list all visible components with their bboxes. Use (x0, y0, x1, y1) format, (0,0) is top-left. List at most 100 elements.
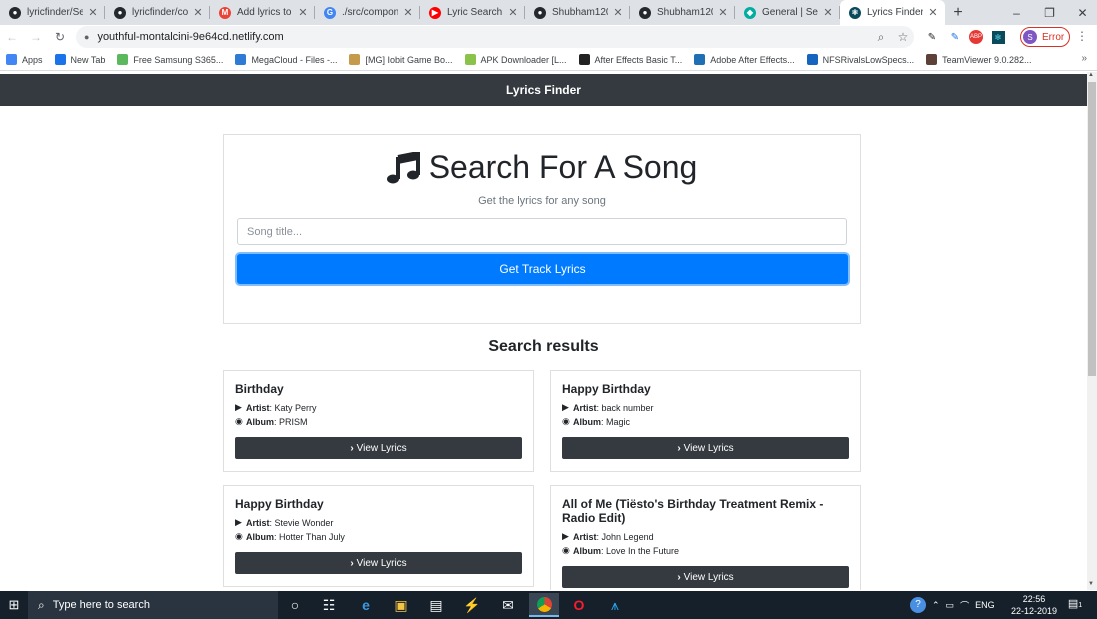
bookmark-item[interactable]: After Effects Basic T... (578, 54, 682, 65)
extension-icon[interactable]: ✻ (989, 28, 1007, 46)
get-track-lyrics-button[interactable]: Get Track Lyrics (237, 254, 848, 284)
file-explorer-icon[interactable]: ▣ (386, 593, 416, 617)
scroll-up-icon[interactable]: ▲ (1088, 72, 1094, 78)
close-tab-icon[interactable]: ✕ (192, 6, 204, 19)
browser-tab[interactable]: ● lyricfinder/Search ✕ (0, 0, 105, 25)
bookmark-item[interactable]: Adobe After Effects... (694, 54, 795, 65)
help-icon[interactable]: ? (910, 597, 926, 613)
view-lyrics-button[interactable]: › View Lyrics (562, 566, 849, 588)
bookmark-label: [MG] Iobit Game Bo... (365, 54, 453, 65)
reload-button[interactable]: ↻ (48, 25, 72, 49)
close-tab-icon[interactable]: ✕ (507, 6, 519, 19)
album-disc-icon: ◉ (562, 545, 570, 555)
bookmarks-overflow-icon[interactable]: » (1081, 53, 1087, 64)
pen-extension-icon[interactable]: ✎ (923, 28, 941, 46)
store-icon[interactable]: ▤ (421, 593, 451, 617)
tray-chevron-up-icon[interactable]: ⌃ (932, 600, 940, 611)
navbar-brand[interactable]: Lyrics Finder (506, 83, 581, 97)
bookmark-star-icon[interactable]: ☆ (892, 30, 914, 44)
page-title: Search For A Song (428, 149, 698, 185)
close-tab-icon[interactable]: ✕ (297, 6, 309, 19)
bookmark-item[interactable]: APK Downloader [L... (464, 54, 567, 65)
bookmark-item[interactable]: TeamViewer 9.0.282... (926, 54, 1032, 65)
view-lyrics-button[interactable]: › View Lyrics (235, 437, 522, 459)
tab-title: Lyric Search App (447, 7, 503, 18)
minimize-button[interactable]: – (1000, 0, 1033, 25)
bookmark-item[interactable]: New Tab (54, 54, 105, 65)
github-icon: ● (114, 6, 126, 19)
album-line: ◉ Album: Hotter Than July (235, 531, 345, 542)
view-lyrics-button[interactable]: › View Lyrics (562, 437, 849, 459)
forward-button[interactable]: → (24, 25, 48, 49)
close-tab-icon[interactable]: ✕ (717, 6, 729, 19)
close-tab-icon[interactable]: ✕ (87, 6, 99, 19)
page-heading: Search For A Song (224, 149, 860, 186)
album-disc-icon: ◉ (235, 416, 243, 426)
view-lyrics-button[interactable]: › View Lyrics (235, 552, 522, 574)
bookmark-item[interactable]: NFSRivalsLowSpecs... (806, 54, 914, 65)
browser-tab[interactable]: G ./src/components ✕ (315, 0, 420, 25)
clock-time: 22:56 (1022, 594, 1046, 604)
react-icon: ⚛ (849, 6, 861, 19)
notification-center-icon[interactable]: ▤1 (1066, 597, 1084, 613)
browser-tab[interactable]: ● Shubham1204/ ✕ (630, 0, 735, 25)
bookmark-item[interactable]: Free Samsung S365... (117, 54, 223, 65)
artist-name: Katy Perry (274, 402, 317, 413)
tab-title: lyricfinder/Search (27, 7, 83, 18)
chrome-icon[interactable] (529, 593, 559, 617)
taskbar-search-box[interactable]: ⌕ Type here to search (28, 591, 278, 619)
bookmark-item[interactable]: Apps (6, 54, 43, 65)
album-name: PRISM (279, 416, 308, 427)
task-view-icon[interactable]: ☷ (314, 593, 344, 617)
browser-tab[interactable]: ◆ General | Settings ✕ (735, 0, 840, 25)
close-window-button[interactable]: ✕ (1066, 0, 1097, 25)
view-lyrics-label: View Lyrics (683, 442, 734, 454)
bookmark-item[interactable]: MegaCloud - Files -... (235, 54, 337, 65)
view-lyrics-label: View Lyrics (356, 557, 407, 569)
zoom-icon[interactable]: ⌕ (870, 30, 892, 45)
browser-tab[interactable]: ● lyricfinder/components ✕ (105, 0, 210, 25)
browser-tab-strip: ● lyricfinder/Search ✕ ● lyricfinder/compone… (0, 0, 1097, 25)
pen-blue-extension-icon[interactable]: ✎ (946, 28, 964, 46)
bookmark-item[interactable]: [MG] Iobit Game Bo... (349, 54, 453, 65)
opera-icon[interactable]: O (564, 593, 594, 617)
scrollbar-thumb[interactable] (1088, 82, 1096, 376)
browser-tab[interactable]: ⚛ Lyrics Finder App ✕ (840, 0, 945, 25)
artist-line: ▶ Artist: John Legend (562, 531, 654, 542)
address-bar[interactable]: ● youthful-montalcini-9e64cd.netlify.com… (76, 26, 914, 48)
wifi-icon[interactable]: ⌒ (960, 599, 969, 612)
edge-icon[interactable]: e (351, 593, 381, 617)
restore-button[interactable]: ❐ (1033, 0, 1066, 25)
close-tab-icon[interactable]: ✕ (612, 6, 624, 19)
back-button[interactable]: ← (0, 25, 24, 49)
language-indicator[interactable]: ENG (975, 600, 995, 610)
browser-tab[interactable]: ● Shubham1204/ ✕ (525, 0, 630, 25)
close-tab-icon[interactable]: ✕ (822, 6, 834, 19)
tab-title: Lyrics Finder App (867, 7, 923, 18)
song-title-input[interactable] (237, 218, 847, 245)
vscode-icon[interactable]: ⩚ (600, 593, 630, 617)
album-label: Album (246, 531, 274, 542)
page-scrollbar[interactable]: ▲ ▼ (1087, 72, 1097, 590)
taskbar-clock[interactable]: 22:56 22-12-2019 (1008, 593, 1060, 617)
bookmarks-bar: Apps New Tab Free Samsung S365... MegaCloud… (0, 49, 1097, 71)
browser-tab[interactable]: M Add lyrics to Your ✕ (210, 0, 315, 25)
new-tab-button[interactable]: + (945, 0, 971, 25)
cortana-icon[interactable]: ○ (280, 593, 310, 617)
bookmark-label: Adobe After Effects... (710, 54, 795, 65)
iobit-icon (349, 54, 361, 65)
chevron-right-icon: › (350, 442, 354, 454)
mail-icon[interactable]: ✉ (493, 593, 523, 617)
adblock-icon[interactable]: ABP (967, 28, 985, 46)
kebab-menu-icon[interactable]: ⋮ (1076, 29, 1088, 43)
close-tab-icon[interactable]: ✕ (402, 6, 414, 19)
scroll-down-icon[interactable]: ▼ (1088, 581, 1094, 587)
app-bolt-icon[interactable]: ⚡ (457, 593, 487, 617)
windows-start-icon[interactable]: ⊞ (0, 591, 28, 619)
network-icon[interactable]: ▭ (946, 600, 955, 611)
profile-error-button[interactable]: S Error (1020, 27, 1070, 47)
github-icon: ● (639, 6, 651, 19)
gmail-icon: M (219, 6, 231, 19)
close-tab-icon[interactable]: ✕ (927, 6, 939, 19)
browser-tab[interactable]: ▶ Lyric Search App ✕ (420, 0, 525, 25)
